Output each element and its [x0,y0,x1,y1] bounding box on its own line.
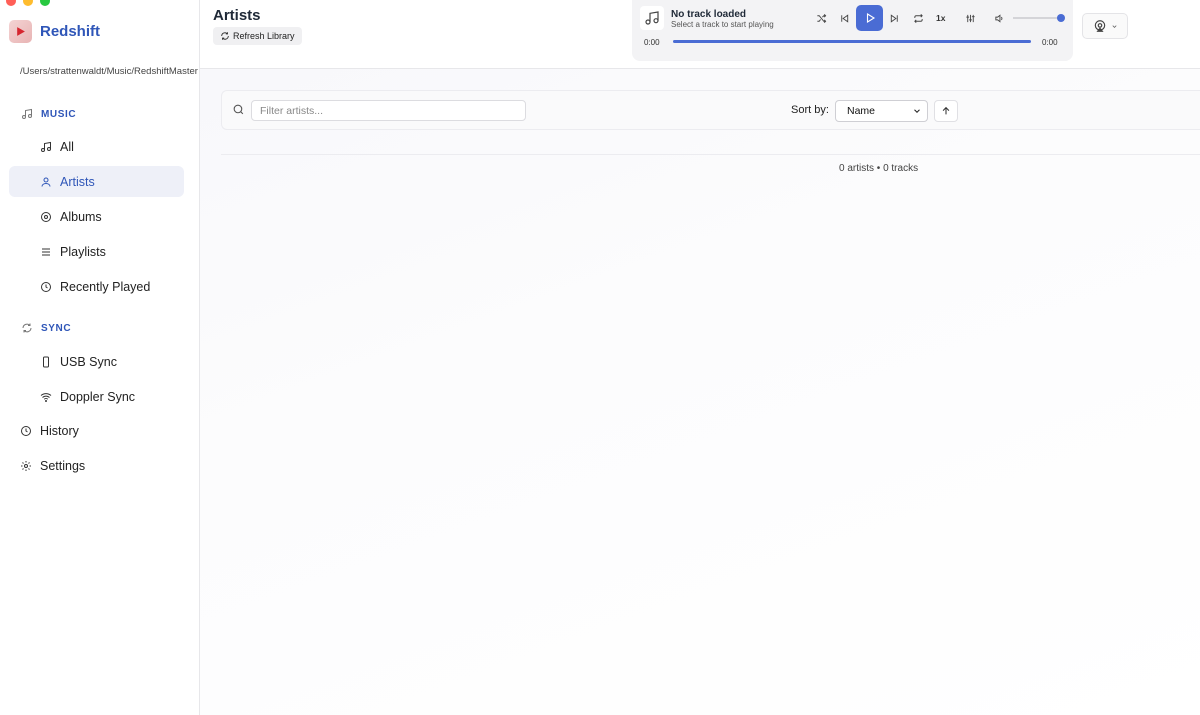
refresh-library-button[interactable]: Refresh Library [213,27,302,45]
volume-button[interactable] [989,8,1009,28]
sidebar-item-recently-played[interactable]: Recently Played [9,271,184,302]
shuffle-icon [816,13,826,23]
next-track-button[interactable] [884,8,904,28]
sidebar-item-doppler-sync[interactable]: Doppler Sync [9,381,184,412]
app-name: Redshift [40,23,100,40]
phone-icon [43,356,49,367]
music-note-icon [645,11,659,25]
sidebar-item-usb-sync[interactable]: USB Sync [9,346,184,377]
divider [221,154,1200,155]
brand: Redshift [9,20,100,43]
sort-label: Sort by: [791,104,829,116]
window-controls [6,0,50,6]
skip-back-icon [840,13,848,23]
sync-icon [22,323,32,333]
sidebar-item-all[interactable]: All [9,131,184,162]
chevron-down-icon [914,109,920,113]
sort-direction-button[interactable] [934,100,958,122]
disc-icon [41,211,51,222]
sidebar-item-label: Settings [40,458,86,473]
sidebar-item-settings[interactable]: Settings [9,450,184,481]
skip-forward-icon [890,13,898,23]
equalizer-icon [965,14,975,22]
airplay-icon [1094,20,1105,32]
play-icon [866,13,875,23]
library-summary: 0 artists • 0 tracks [839,163,919,174]
minimize-window-button[interactable] [23,0,33,6]
sidebar-item-label: Recently Played [60,279,151,294]
repeat-button[interactable] [908,8,928,28]
sidebar-item-history[interactable]: History [9,415,184,446]
sidebar-item-label: All [60,139,74,154]
sidebar-item-label: Doppler Sync [60,389,136,404]
page-title: Artists [213,7,261,24]
clock-icon [21,425,31,436]
output-device-button[interactable] [1082,13,1128,39]
close-window-button[interactable] [6,0,16,6]
volume-icon [994,13,1002,23]
player: No track loaded Select a track to start … [632,0,1073,61]
music-section-header: MUSIC [21,108,76,120]
sync-section-header: SYNC [21,322,71,334]
volume-fill [1013,17,1061,19]
wifi-icon [40,392,52,402]
user-icon [41,177,51,187]
sidebar-item-label: Playlists [60,244,106,259]
music-note-icon [41,141,51,152]
sidebar-item-albums[interactable]: Albums [9,201,184,232]
track-title: No track loaded [671,9,747,20]
sidebar-item-label: Artists [60,174,95,189]
sidebar: Redshift /Users/strattenwaldt/Music/Reds… [0,0,200,715]
arrow-up-icon [942,106,950,115]
sidebar-item-playlists[interactable]: Playlists [9,236,184,267]
track-subtitle: Select a track to start playing [671,20,774,29]
music-note-icon [22,108,32,119]
sidebar-item-label: History [40,423,79,438]
progress-bar[interactable] [673,40,1031,43]
playback-speed-button[interactable]: 1x [936,13,945,23]
search-icon [233,104,244,115]
repeat-icon [913,13,923,23]
equalizer-button[interactable] [960,8,980,28]
play-button[interactable] [856,5,883,31]
clock-icon [41,281,51,292]
previous-track-button[interactable] [834,8,854,28]
sidebar-item-artists[interactable]: Artists [9,166,184,197]
filter-artists-input[interactable] [251,100,526,121]
sort-select[interactable]: Name [835,100,928,122]
main-content: Sort by: Name 0 artists • 0 tracks [200,69,1200,715]
duration-time: 0:00 [1042,38,1058,47]
redshift-logo-icon [9,20,32,43]
zoom-window-button[interactable] [40,0,50,6]
filter-toolbar: Sort by: Name [221,90,1200,130]
sidebar-item-label: USB Sync [60,354,117,369]
library-path: /Users/strattenwaldt/Music/RedshiftMaste… [20,66,198,77]
volume-knob[interactable] [1057,14,1065,22]
refresh-icon [221,32,229,40]
track-artwork-placeholder [640,6,664,30]
shuffle-button[interactable] [811,8,831,28]
elapsed-time: 0:00 [644,38,660,47]
progress-fill [673,40,1031,43]
volume-slider[interactable] [1013,14,1065,22]
chevron-down-icon [1111,24,1117,28]
gear-icon [21,460,31,471]
list-icon [42,248,50,255]
sidebar-item-label: Albums [60,209,102,224]
